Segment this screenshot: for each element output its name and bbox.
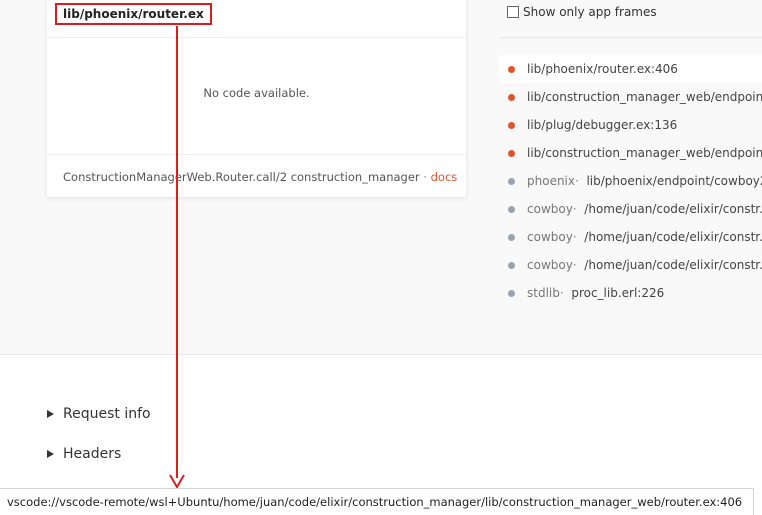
no-code-message: No code available. [203,86,310,100]
frame-separator: · [572,258,577,272]
frame-text: stdlib· proc_lib.erl:226 [527,279,664,307]
arrow-down-icon [169,474,185,489]
frame-library: phoenix [527,174,575,188]
request-info-label: Request info [63,406,151,422]
stack-frame-item[interactable]: phoenix· lib/phoenix/endpoint/cowboy2... [499,167,762,195]
frame-path: lib/phoenix/router.ex:406 [527,62,678,76]
triangle-right-icon [47,410,54,418]
stack-frame-item[interactable]: cowboy· /home/juan/code/elixir/constr... [499,195,762,223]
frame-separator: · [572,230,577,244]
frames-divider [500,37,762,38]
frame-path: lib/phoenix/endpoint/cowboy2... [586,174,762,188]
stack-frame-item[interactable]: stdlib· proc_lib.erl:226 [499,279,762,307]
frame-text: lib/construction_manager_web/endpoint...… [527,83,762,111]
frame-dot-icon [508,290,515,297]
triangle-right-icon [47,450,54,458]
code-snippet-card: lib/phoenix/router.ex No code available.… [47,0,466,197]
frame-dot-icon [508,122,515,129]
frame-path: proc_lib.erl:226 [571,286,665,300]
frame-path: /home/juan/code/elixir/constr... [584,258,762,272]
frame-text: phoenix· lib/phoenix/endpoint/cowboy2... [527,167,762,195]
status-bar: vscode://vscode-remote/wsl+Ubuntu/home/j… [0,488,754,515]
frame-library: cowboy [527,258,573,272]
frame-text: lib/construction_manager_web/endpoint...… [527,139,762,167]
show-only-app-frames-toggle[interactable]: Show only app frames [507,5,657,19]
file-title[interactable]: lib/phoenix/router.ex [55,3,212,25]
stack-frame-item[interactable]: lib/construction_manager_web/endpoint...… [499,139,762,167]
stack-frame-item[interactable]: lib/construction_manager_web/endpoint...… [499,83,762,111]
frame-library: cowboy [527,230,573,244]
request-info-toggle[interactable]: Request info [47,406,151,422]
frame-dot-icon [508,262,515,269]
footer-text: ConstructionManagerWeb.Router.call/2 con… [63,170,457,184]
docs-link[interactable]: docs [431,170,458,184]
headers-toggle[interactable]: Headers [47,446,121,462]
frame-dot-icon [508,150,515,157]
card-header: lib/phoenix/router.ex [47,0,466,38]
checkbox-unchecked-icon[interactable] [507,6,519,18]
app-name: construction_manager [290,170,420,184]
frame-path: /home/juan/code/elixir/constr... [584,202,762,216]
frame-dot-icon [508,94,515,101]
headers-label: Headers [63,446,122,462]
frame-library: cowboy [527,202,573,216]
frame-text: lib/plug/debugger.ex:136 [527,111,677,139]
frame-text: cowboy· /home/juan/code/elixir/constr... [527,195,762,223]
show-only-app-frames-label: Show only app frames [523,5,657,19]
frame-separator: · [559,286,564,300]
stack-frame-item[interactable]: lib/phoenix/router.ex:406 [499,55,762,83]
stack-frame-item[interactable]: lib/plug/debugger.ex:136 [499,111,762,139]
footer-separator: · [423,170,427,184]
card-footer: ConstructionManagerWeb.Router.call/2 con… [47,154,466,198]
frame-dot-icon [508,206,515,213]
frame-path: lib/construction_manager_web/endpoint...… [527,90,762,104]
stack-frame-list: lib/phoenix/router.ex:406 lib/constructio… [499,55,762,307]
frame-separator: · [575,174,579,188]
status-bar-url: vscode://vscode-remote/wsl+Ubuntu/home/j… [7,495,743,509]
frame-text: cowboy· /home/juan/code/elixir/constr... [527,251,762,279]
frame-dot-icon [508,234,515,241]
frame-path: lib/plug/debugger.ex:136 [527,118,678,132]
annotation-arrow-line [176,26,178,478]
stack-frame-item[interactable]: cowboy· /home/juan/code/elixir/constr... [499,251,762,279]
frame-path: lib/construction_manager_web/endpoint...… [527,146,762,160]
frame-text: lib/phoenix/router.ex:406 [527,55,678,83]
frame-path: /home/juan/code/elixir/constr... [584,230,762,244]
frame-text: cowboy· /home/juan/code/elixir/constr... [527,223,762,251]
frame-dot-icon [508,66,515,73]
frame-library: stdlib [527,286,560,300]
stack-frame-item[interactable]: cowboy· /home/juan/code/elixir/constr... [499,223,762,251]
frame-dot-icon [508,178,515,185]
frame-separator: · [572,202,577,216]
